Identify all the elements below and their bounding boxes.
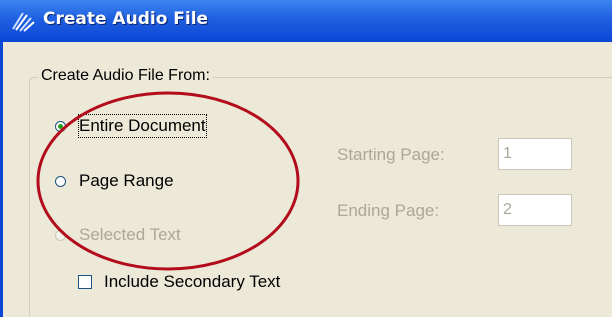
radio-label-selected-text: Selected Text	[79, 225, 181, 244]
starting-page-label: Starting Page:	[337, 145, 445, 164]
ending-page-input	[498, 194, 572, 226]
radio-page-range[interactable]: Page Range	[55, 170, 174, 192]
radio-selected-icon	[55, 120, 66, 132]
include-secondary-label: Include Secondary Text	[104, 272, 281, 291]
window-title: Create Audio File	[43, 9, 209, 29]
title-bar[interactable]: Create Audio File	[0, 0, 612, 42]
ending-page-label: Ending Page:	[337, 201, 440, 220]
radio-disabled-icon	[55, 229, 66, 241]
audio-wave-icon	[12, 12, 35, 32]
group-label: Create Audio File From:	[38, 66, 213, 86]
radio-unselected-icon	[55, 175, 66, 187]
checkbox-icon	[78, 275, 92, 289]
radio-label-entire-document: Entire Document	[78, 114, 207, 138]
radio-entire-document[interactable]: Entire Document	[55, 114, 207, 138]
starting-page-input	[498, 138, 572, 170]
include-secondary-checkbox[interactable]: Include Secondary Text	[78, 271, 280, 293]
radio-label-page-range: Page Range	[79, 171, 174, 190]
radio-selected-text: Selected Text	[55, 224, 181, 246]
